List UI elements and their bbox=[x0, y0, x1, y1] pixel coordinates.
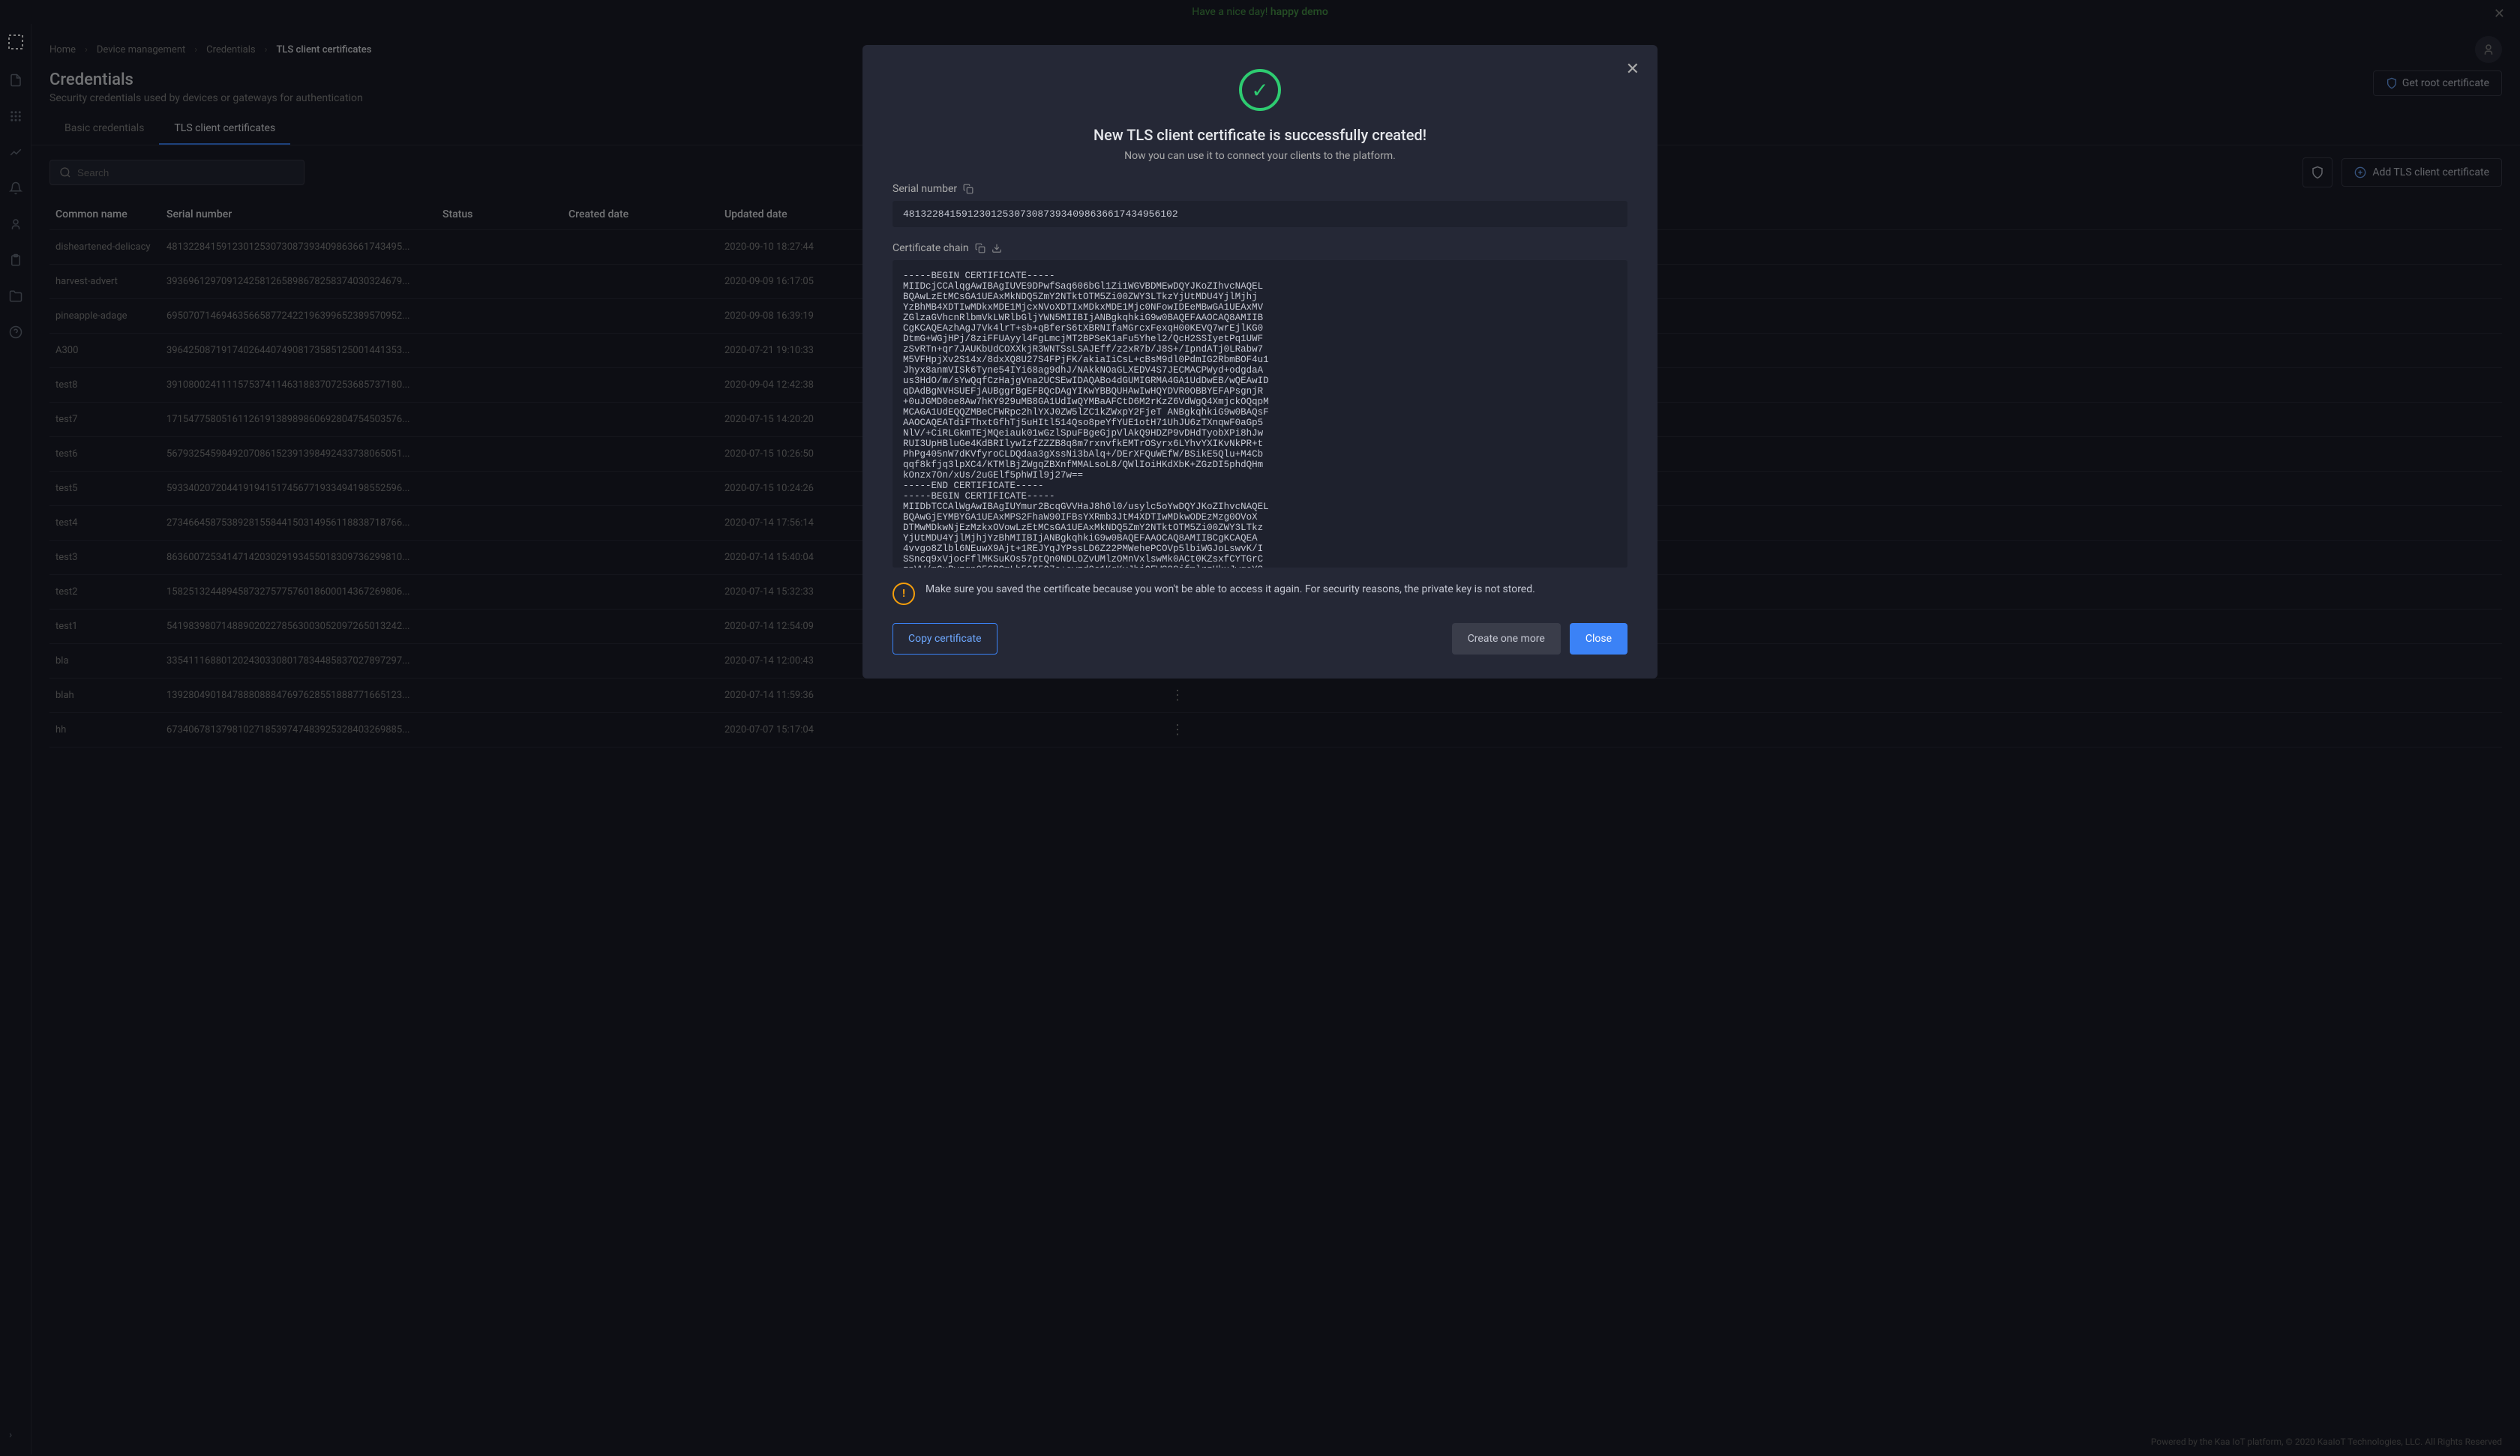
serial-value[interactable]: 4813228415912301253073087393409863661743… bbox=[892, 201, 1628, 227]
success-modal: ✕ ✓ New TLS client certificate is succes… bbox=[862, 45, 1658, 679]
chain-label: Certificate chain bbox=[892, 242, 969, 254]
warning-text: Make sure you saved the certificate beca… bbox=[926, 583, 1535, 598]
certificate-chain-text[interactable]: -----BEGIN CERTIFICATE----- MIIDcjCCAlqg… bbox=[892, 260, 1628, 568]
create-one-more-button[interactable]: Create one more bbox=[1452, 623, 1561, 655]
copy-serial-icon[interactable] bbox=[963, 184, 974, 194]
chain-label-row: Certificate chain bbox=[892, 242, 1628, 254]
modal-overlay[interactable]: ✕ ✓ New TLS client certificate is succes… bbox=[0, 0, 2520, 1456]
modal-close-icon[interactable]: ✕ bbox=[1626, 60, 1640, 79]
download-chain-icon[interactable] bbox=[992, 243, 1002, 253]
warning-icon: ! bbox=[892, 583, 915, 605]
serial-label: Serial number bbox=[892, 183, 957, 195]
close-modal-button[interactable]: Close bbox=[1570, 623, 1628, 655]
serial-label-row: Serial number bbox=[892, 183, 1628, 195]
modal-title: New TLS client certificate is successful… bbox=[892, 126, 1628, 144]
modal-subtitle: Now you can use it to connect your clien… bbox=[892, 150, 1628, 162]
copy-certificate-button[interactable]: Copy certificate bbox=[892, 623, 998, 655]
copy-chain-icon[interactable] bbox=[975, 243, 986, 253]
success-check-icon: ✓ bbox=[1239, 69, 1281, 111]
